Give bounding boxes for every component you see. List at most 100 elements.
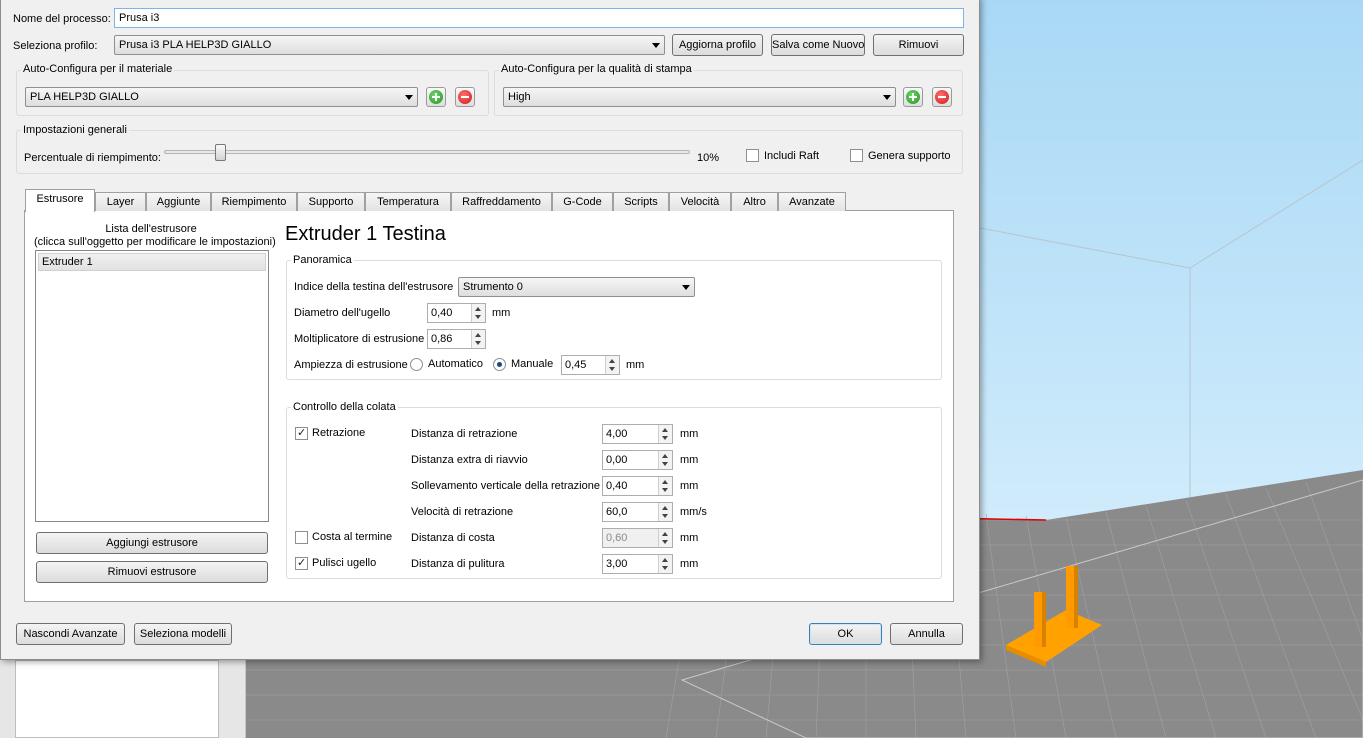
wipe-distance-unit: mm	[680, 558, 699, 570]
retraction-distance-spinbox[interactable]: 4,00	[602, 424, 673, 444]
tab-layer[interactable]: Layer	[95, 192, 146, 211]
coast-at-end-label: Costa al termine	[312, 531, 393, 543]
nozzle-diameter-label: Diametro dell'ugello	[294, 307, 391, 319]
process-name-input[interactable]: Prusa i3	[114, 8, 964, 28]
spin-arrows-icon[interactable]	[658, 477, 672, 495]
ooze-control-title: Controllo della colata	[291, 401, 398, 413]
ok-button[interactable]: OK	[809, 623, 882, 645]
list-item[interactable]: Extruder 1	[38, 253, 266, 271]
add-extruder-button[interactable]: Aggiungi estrusore	[36, 532, 268, 554]
spin-arrows-icon	[658, 529, 672, 547]
remove-material-button[interactable]	[455, 87, 475, 107]
wipe-nozzle-checkbox[interactable]	[295, 556, 308, 570]
coast-distance-label: Distanza di costa	[411, 532, 495, 544]
include-raft-checkbox[interactable]	[746, 149, 759, 162]
material-select[interactable]: PLA HELP3D GIALLO	[25, 87, 418, 107]
quality-select-value: High	[508, 91, 531, 103]
vertical-lift-label: Sollevamento verticale della retrazione	[411, 480, 600, 492]
add-quality-button[interactable]	[903, 87, 923, 107]
tab-raffreddamento[interactable]: Raffreddamento	[451, 192, 552, 211]
side-panel-list[interactable]	[15, 660, 219, 738]
remove-quality-button[interactable]	[932, 87, 952, 107]
extra-restart-unit: mm	[680, 454, 699, 466]
spin-arrows-icon[interactable]	[658, 555, 672, 573]
spin-arrows-icon[interactable]	[471, 330, 485, 348]
spin-arrows-icon[interactable]	[658, 451, 672, 469]
tab-riempimento[interactable]: Riempimento	[211, 192, 297, 211]
vertical-lift-unit: mm	[680, 480, 699, 492]
extrusion-multiplier-value: 0,86	[431, 333, 453, 345]
quality-select[interactable]: High	[503, 87, 896, 107]
material-select-value: PLA HELP3D GIALLO	[30, 91, 139, 103]
plus-icon	[429, 90, 443, 104]
coast-distance-value: 0,60	[606, 532, 628, 544]
extra-restart-label: Distanza extra di riavvio	[411, 454, 528, 466]
extrusion-width-auto-label: Automatico	[428, 358, 484, 370]
generate-support-checkbox[interactable]	[850, 149, 863, 162]
wipe-nozzle-label: Pulisci ugello	[312, 557, 377, 569]
tab-altro[interactable]: Altro	[731, 192, 778, 211]
tab-estrusore[interactable]: Estrusore	[25, 189, 95, 212]
extrusion-width-value: 0,45	[565, 359, 587, 371]
tab-velocita[interactable]: Velocità	[669, 192, 731, 211]
coast-at-end-checkbox[interactable]	[295, 531, 308, 544]
retraction-speed-spinbox[interactable]: 60,0	[602, 502, 673, 522]
tab-scripts[interactable]: Scripts	[613, 192, 669, 211]
tab-temperatura[interactable]: Temperatura	[365, 192, 451, 211]
wipe-distance-value: 3,00	[606, 558, 628, 570]
extrusion-width-unit: mm	[626, 359, 645, 371]
profile-select[interactable]: Prusa i3 PLA HELP3D GIALLO	[114, 35, 665, 55]
coast-distance-spinbox: 0,60	[602, 528, 673, 548]
extrusion-width-spinbox[interactable]: 0,45	[561, 355, 620, 375]
extrusion-width-label: Ampiezza di estrusione	[294, 359, 408, 371]
minus-icon	[935, 90, 949, 104]
wipe-distance-spinbox[interactable]: 3,00	[602, 554, 673, 574]
spin-arrows-icon[interactable]	[605, 356, 619, 374]
nozzle-diameter-value: 0,40	[431, 307, 453, 319]
include-raft-label: Includi Raft	[764, 150, 820, 162]
spin-arrows-icon[interactable]	[471, 304, 485, 322]
nozzle-diameter-unit: mm	[492, 307, 511, 319]
tab-aggiunte[interactable]: Aggiunte	[146, 192, 211, 211]
extra-restart-value: 0,00	[606, 454, 628, 466]
retraction-speed-unit: mm/s	[680, 506, 707, 518]
head-index-label: Indice della testina dell'estrusore	[294, 281, 454, 293]
retraction-checkbox[interactable]	[295, 426, 308, 440]
hide-advanced-button[interactable]: Nascondi Avanzate	[16, 623, 125, 645]
extrusion-width-auto-radio[interactable]	[410, 358, 423, 371]
vertical-lift-spinbox[interactable]: 0,40	[602, 476, 673, 496]
extrusion-multiplier-spinbox[interactable]: 0,86	[427, 329, 486, 349]
extrusion-width-manual-label: Manuale	[511, 358, 554, 370]
spin-arrows-icon[interactable]	[658, 503, 672, 521]
quality-group-title: Auto-Configura per la qualità di stampa	[499, 63, 694, 75]
cancel-button[interactable]: Annulla	[890, 623, 963, 645]
process-settings-dialog: Nome del processo: Prusa i3 Seleziona pr…	[0, 0, 980, 660]
chevron-down-icon	[405, 95, 413, 100]
head-index-select[interactable]: Strumento 0	[458, 277, 695, 297]
save-as-new-button[interactable]: Salva come Nuovo	[771, 34, 865, 56]
infill-slider-handle[interactable]	[215, 144, 226, 161]
tab-avanzate[interactable]: Avanzate	[778, 192, 846, 211]
extra-restart-spinbox[interactable]: 0,00	[602, 450, 673, 470]
general-settings-title: Impostazioni generali	[21, 124, 129, 136]
build-volume-edge	[1189, 159, 1363, 269]
head-index-value: Strumento 0	[463, 281, 523, 293]
extruder-list[interactable]: Extruder 1	[35, 250, 269, 522]
coast-distance-unit: mm	[680, 532, 699, 544]
remove-profile-button[interactable]: Rimuovi	[873, 34, 964, 56]
generate-support-label: Genera supporto	[868, 150, 951, 162]
tab-gcode[interactable]: G-Code	[552, 192, 613, 211]
retraction-speed-value: 60,0	[606, 506, 628, 518]
tab-supporto[interactable]: Supporto	[297, 192, 365, 211]
spin-arrows-icon[interactable]	[658, 425, 672, 443]
remove-extruder-button[interactable]: Rimuovi estrusore	[36, 561, 268, 583]
process-name-label: Nome del processo:	[13, 13, 111, 25]
nozzle-diameter-spinbox[interactable]: 0,40	[427, 303, 486, 323]
infill-slider-track[interactable]	[164, 150, 690, 154]
retraction-speed-label: Velocità di retrazione	[411, 506, 514, 518]
select-models-button[interactable]: Seleziona modelli	[134, 623, 232, 645]
extrusion-width-manual-radio[interactable]	[493, 358, 506, 371]
add-material-button[interactable]	[426, 87, 446, 107]
chevron-down-icon	[652, 43, 660, 48]
update-profile-button[interactable]: Aggiorna profilo	[672, 34, 763, 56]
